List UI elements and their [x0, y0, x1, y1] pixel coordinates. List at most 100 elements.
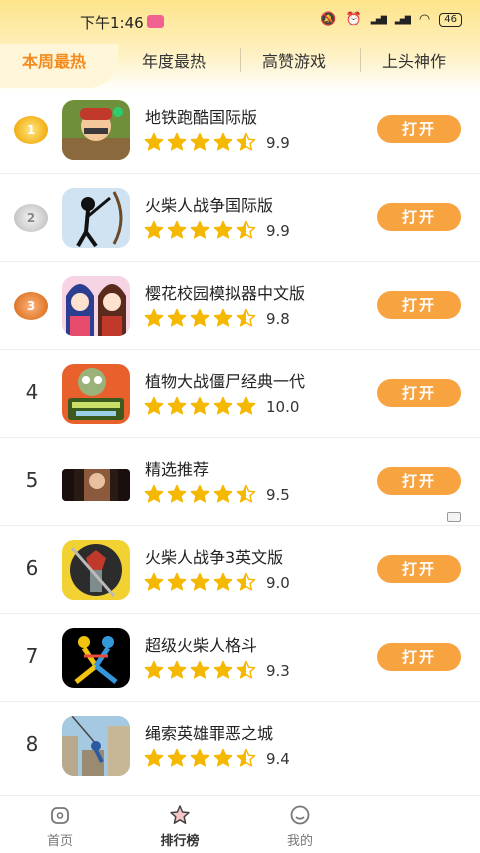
rating-stars [144, 660, 256, 680]
game-name: 超级火柴人格斗 [145, 636, 258, 655]
featured-recommend-thumbnail[interactable] [62, 469, 130, 501]
game-score: 9.9 [266, 134, 290, 152]
open-button[interactable]: 打开 [377, 115, 461, 143]
list-item[interactable]: 5 精选推荐 9.5 打开 [0, 438, 480, 526]
star-full-icon [167, 748, 187, 767]
game-name: 绳索英雄罪恶之城 [145, 724, 274, 743]
open-button[interactable]: 打开 [377, 467, 461, 495]
rating-stars [144, 220, 256, 240]
rating-stars [144, 748, 256, 768]
tab-weekly-hot[interactable]: 本周最热 [22, 48, 86, 72]
star-full-icon [167, 484, 187, 503]
open-button[interactable]: 打开 [377, 555, 461, 583]
signal-icon: ▂▄▆ [370, 14, 387, 25]
rating-stars [144, 572, 256, 592]
tab-divider [360, 48, 361, 72]
star-half-icon [236, 748, 256, 767]
star-full-icon [167, 572, 187, 591]
star-half-icon [236, 484, 256, 503]
tab-yearly-hot[interactable]: 年度最热 [142, 48, 206, 72]
open-button[interactable]: 打开 [377, 291, 461, 319]
list-item[interactable]: 6 火柴人战争3英文版 9.0 打开 [0, 526, 480, 614]
battery-indicator: 46 [439, 12, 462, 27]
star-full-icon [213, 396, 233, 415]
star-full-icon [213, 660, 233, 679]
star-full-icon [167, 660, 187, 679]
open-button[interactable]: 打开 [377, 203, 461, 231]
game-name: 地铁跑酷国际版 [145, 108, 258, 127]
rank-number: 4 [25, 380, 39, 404]
star-full-icon [144, 132, 164, 151]
star-full-icon [213, 220, 233, 239]
game-score: 9.4 [266, 750, 290, 768]
list-item[interactable]: 2 火柴人战争国际版 9.9 打开 [0, 174, 480, 262]
plants-vs-zombies-app-icon[interactable] [62, 364, 130, 424]
mute-icon: 🔕 [320, 12, 337, 27]
star-half-icon [236, 132, 256, 151]
nav-profile-label: 我的 [286, 834, 313, 849]
game-score: 9.5 [266, 486, 290, 504]
game-name: 植物大战僵尸经典一代 [145, 372, 306, 391]
tab-most-liked[interactable]: 高赞游戏 [262, 48, 326, 72]
star-full-icon [144, 748, 164, 767]
star-full-icon [190, 308, 210, 327]
profile-icon [290, 805, 310, 825]
game-score: 9.3 [266, 662, 290, 680]
star-full-icon [167, 308, 187, 327]
bottom-navigation: 首页 排行榜 我的 [0, 795, 480, 853]
super-stickman-app-icon[interactable] [62, 628, 130, 688]
nav-ranking-label: 排行榜 [160, 834, 200, 849]
stick-war-app-icon[interactable] [62, 188, 130, 248]
star-half-icon [236, 660, 256, 679]
list-item[interactable]: 1 地铁跑酷国际版 9.9 打开 [0, 86, 480, 174]
star-full-icon [190, 132, 210, 151]
list-item[interactable]: 7 超级火柴人格斗 9.3 打开 [0, 614, 480, 702]
nav-ranking[interactable]: 排行榜 [140, 804, 220, 849]
star-full-icon [213, 748, 233, 767]
game-name: 精选推荐 [145, 460, 210, 479]
status-icons: 🔕 ⏰ ▂▄▆ ▂▄▆ ◠ 46 [320, 12, 462, 27]
star-full-icon [144, 220, 164, 239]
list-item[interactable]: 3 樱花校园模拟器中文版 9.8 打开 [0, 262, 480, 350]
rank-number: 5 [25, 468, 39, 492]
list-item[interactable]: 4 植物大战僵尸经典一代 10.0 打开 [0, 350, 480, 438]
alarm-icon: ⏰ [345, 12, 362, 27]
rope-hero-app-icon[interactable] [62, 716, 130, 776]
sakura-school-app-icon[interactable] [62, 276, 130, 336]
stick-war-3-app-icon[interactable] [62, 540, 130, 600]
star-full-icon [167, 396, 187, 415]
star-full-icon [213, 572, 233, 591]
star-icon [170, 805, 190, 824]
star-full-icon [190, 220, 210, 239]
game-score: 9.9 [266, 222, 290, 240]
rank-number: 6 [25, 556, 39, 580]
ad-indicator-icon[interactable] [447, 512, 461, 522]
rating-stars [144, 132, 256, 152]
tab-addictive[interactable]: 上头神作 [382, 48, 446, 72]
notification-app-icon [147, 15, 164, 28]
star-full-icon [144, 484, 164, 503]
game-name: 火柴人战争国际版 [145, 196, 274, 215]
subway-surfers-app-icon[interactable] [62, 100, 130, 160]
tab-divider [240, 48, 241, 72]
open-button[interactable]: 打开 [377, 379, 461, 407]
star-full-icon [144, 660, 164, 679]
open-button[interactable]: 打开 [377, 643, 461, 671]
star-full-icon [167, 220, 187, 239]
gold-medal-icon: 1 [14, 116, 48, 144]
silver-medal-icon: 2 [14, 204, 48, 232]
status-time: 下午1:46 [80, 14, 144, 32]
home-icon [51, 807, 69, 824]
star-full-icon [213, 308, 233, 327]
list-item[interactable]: 8 绳索英雄罪恶之城 9.4 [0, 702, 480, 790]
star-full-icon [144, 396, 164, 415]
rating-stars [144, 484, 256, 504]
star-full-icon [190, 572, 210, 591]
star-full-icon [167, 132, 187, 151]
rating-stars [144, 308, 256, 328]
star-half-icon [236, 220, 256, 239]
star-full-icon [190, 660, 210, 679]
nav-home[interactable]: 首页 [20, 804, 100, 849]
rank-number: 7 [25, 644, 39, 668]
nav-profile[interactable]: 我的 [260, 804, 340, 849]
